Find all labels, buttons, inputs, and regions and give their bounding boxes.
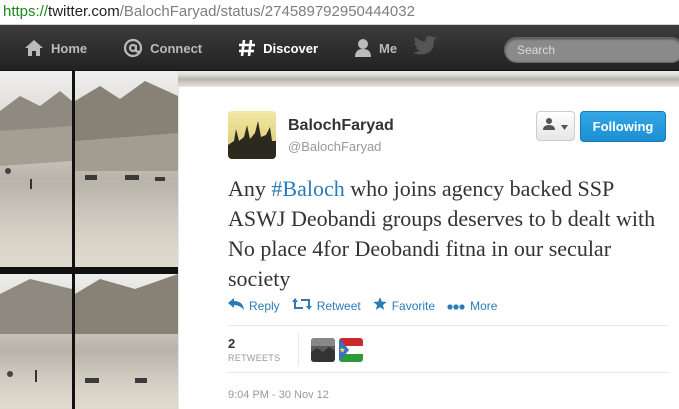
favorite-label: Favorite (391, 298, 436, 313)
following-button[interactable]: Following (580, 111, 666, 142)
user-actions-dropdown[interactable] (536, 111, 575, 141)
retweet-count[interactable]: 2 (228, 336, 235, 351)
tweet-timestamp[interactable]: 9:04 PM - 30 Nov 12 (228, 389, 329, 401)
nav-connect[interactable]: Connect (99, 25, 214, 71)
tweet-actions: Reply Retweet Favorite More (228, 297, 509, 314)
user-handle[interactable]: @BalochFaryad (288, 139, 381, 154)
url-path: /BalochFaryad/status/274589792950444032 (119, 3, 415, 20)
hashtag-link[interactable]: #Baloch (271, 176, 344, 201)
retweet-label: Retweet (316, 298, 361, 313)
retweet-count-label: RETWEETS (228, 353, 281, 363)
home-icon (24, 39, 44, 57)
reply-button[interactable]: Reply (228, 297, 280, 314)
retweet-icon (291, 298, 317, 313)
nav-connect-label: Connect (150, 40, 203, 56)
avatar[interactable] (228, 111, 276, 159)
person-icon (543, 117, 557, 136)
twitter-bird-icon[interactable] (413, 35, 439, 62)
nav-me[interactable]: Me (330, 25, 409, 71)
search-box[interactable] (504, 37, 679, 63)
tweet-text: Any #Baloch who joins agency backed SSP … (228, 174, 668, 294)
stats-divider (298, 334, 299, 366)
person-icon (354, 38, 372, 58)
hash-icon (238, 38, 256, 58)
retweeter-avatar[interactable] (311, 338, 335, 362)
address-bar[interactable]: https://twitter.com/BalochFaryad/status/… (0, 0, 679, 25)
more-button[interactable]: More (447, 297, 497, 314)
nav-me-label: Me (379, 40, 398, 56)
reply-icon (228, 298, 249, 313)
reply-label: Reply (249, 298, 280, 313)
caret-down-icon (561, 117, 568, 135)
tweet-card: BalochFaryad @BalochFaryad Following Any… (178, 86, 679, 409)
retweeter-avatar[interactable] (339, 338, 363, 362)
more-label: More (470, 298, 498, 313)
at-icon (123, 38, 143, 58)
retweet-button[interactable]: Retweet (291, 297, 361, 314)
nav-discover[interactable]: Discover (214, 25, 330, 71)
url-scheme: https:// (3, 3, 49, 20)
top-navigation-bar: Home Connect Discover Me (0, 25, 679, 71)
favorite-button[interactable]: Favorite (373, 297, 435, 314)
nav-home[interactable]: Home (0, 25, 99, 71)
nav-home-label: Home (51, 40, 88, 56)
nav-menu: Home Connect Discover Me (0, 25, 409, 71)
star-icon (373, 297, 392, 314)
url-host: twitter.com (48, 3, 120, 20)
display-name[interactable]: BalochFaryad (288, 117, 394, 135)
search-input[interactable] (517, 38, 667, 62)
tweet-text-start: Any (228, 176, 272, 201)
more-dots-icon (447, 299, 470, 313)
tweet-stats: 2 RETWEETS (228, 325, 668, 373)
nav-discover-label: Discover (263, 40, 319, 56)
